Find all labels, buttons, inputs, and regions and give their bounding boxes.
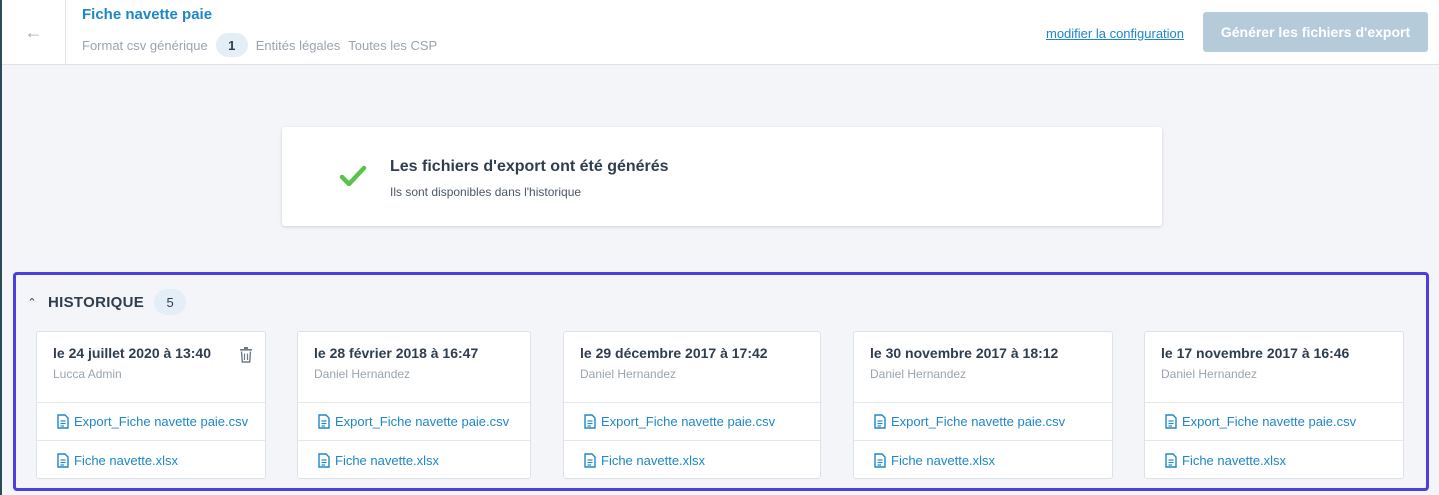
file-name: Export_Fiche navette paie.csv (601, 414, 776, 429)
history-card: le 30 novembre 2017 à 18:12 Daniel Herna… (853, 331, 1113, 479)
file-name: Export_Fiche navette paie.csv (335, 414, 510, 429)
file-name: Export_Fiche navette paie.csv (891, 414, 1066, 429)
file-link-xlsx[interactable]: Fiche navette.xlsx (564, 441, 820, 479)
export-config-summary: Format csv générique 1 Entités légales T… (82, 33, 437, 57)
history-card: le 24 juillet 2020 à 13:40 Lucca Admin E… (36, 331, 266, 479)
history-section: ⌃ HISTORIQUE 5 le 24 juillet 2020 à 13:4… (13, 272, 1429, 491)
file-link-csv[interactable]: Export_Fiche navette paie.csv (564, 403, 820, 441)
document-icon (1165, 414, 1177, 429)
modify-config-link[interactable]: modifier la configuration (1046, 26, 1184, 41)
history-date: le 29 décembre 2017 à 17:42 (580, 345, 768, 361)
arrow-left-icon: ← (24, 21, 43, 42)
document-icon (874, 452, 886, 468)
history-author: Daniel Hernandez (870, 367, 967, 381)
page-header: ← Fiche navette paie Format csv génériqu… (2, 0, 1439, 65)
document-icon (57, 452, 69, 468)
history-card: le 28 février 2018 à 16:47 Daniel Hernan… (297, 331, 531, 479)
history-count-badge: 5 (154, 289, 187, 315)
history-toggle[interactable]: ⌃ HISTORIQUE 5 (26, 289, 187, 315)
history-title: HISTORIQUE (48, 293, 145, 311)
success-subtitle: Ils sont disponibles dans l'historique (390, 185, 582, 199)
file-link-xlsx[interactable]: Fiche navette.xlsx (37, 441, 265, 479)
entities-label: Entités légales (255, 37, 341, 53)
history-card: le 29 décembre 2017 à 17:42 Daniel Herna… (563, 331, 821, 479)
file-link-csv[interactable]: Export_Fiche navette paie.csv (1145, 403, 1403, 441)
file-link-csv[interactable]: Export_Fiche navette paie.csv (854, 403, 1112, 441)
csp-label: Toutes les CSP (348, 37, 438, 53)
back-button[interactable]: ← (2, 0, 66, 64)
success-title: Les fichiers d'export ont été générés (390, 158, 669, 175)
history-date: le 24 juillet 2020 à 13:40 (53, 345, 211, 361)
file-name: Fiche navette.xlsx (74, 452, 179, 468)
document-icon (318, 414, 330, 429)
trash-icon[interactable] (239, 347, 253, 363)
file-name: Fiche navette.xlsx (891, 452, 996, 468)
file-name: Export_Fiche navette paie.csv (74, 414, 249, 429)
document-icon (874, 414, 886, 429)
history-author: Lucca Admin (53, 367, 122, 381)
file-name: Fiche navette.xlsx (335, 452, 440, 468)
history-card: le 17 novembre 2017 à 16:46 Daniel Herna… (1144, 331, 1404, 479)
document-icon (584, 414, 596, 429)
document-icon (584, 452, 596, 468)
history-date: le 30 novembre 2017 à 18:12 (870, 345, 1059, 361)
file-link-csv[interactable]: Export_Fiche navette paie.csv (37, 403, 265, 441)
history-author: Daniel Hernandez (580, 367, 677, 381)
success-message-card: Les fichiers d'export ont été générés Il… (282, 127, 1162, 226)
file-link-xlsx[interactable]: Fiche navette.xlsx (854, 441, 1112, 479)
document-icon (1165, 452, 1177, 468)
history-author: Daniel Hernandez (1161, 367, 1258, 381)
file-link-xlsx[interactable]: Fiche navette.xlsx (1145, 441, 1403, 479)
chevron-up-icon: ⌃ (27, 296, 37, 309)
file-link-csv[interactable]: Export_Fiche navette paie.csv (298, 403, 530, 441)
generate-export-button[interactable]: Générer les fichiers d'export (1203, 12, 1428, 52)
format-label: Format csv générique (82, 37, 208, 53)
history-date: le 28 février 2018 à 16:47 (314, 345, 479, 361)
file-name: Fiche navette.xlsx (601, 452, 706, 468)
page-title: Fiche navette paie (82, 6, 213, 23)
document-icon (318, 452, 330, 468)
history-author: Daniel Hernandez (314, 367, 411, 381)
file-name: Fiche navette.xlsx (1182, 452, 1287, 468)
file-link-xlsx[interactable]: Fiche navette.xlsx (298, 441, 530, 479)
file-name: Export_Fiche navette paie.csv (1182, 414, 1357, 429)
history-date: le 17 novembre 2017 à 16:46 (1161, 345, 1350, 361)
document-icon (57, 414, 69, 429)
check-icon (339, 165, 367, 187)
entity-count-badge: 1 (215, 33, 248, 57)
